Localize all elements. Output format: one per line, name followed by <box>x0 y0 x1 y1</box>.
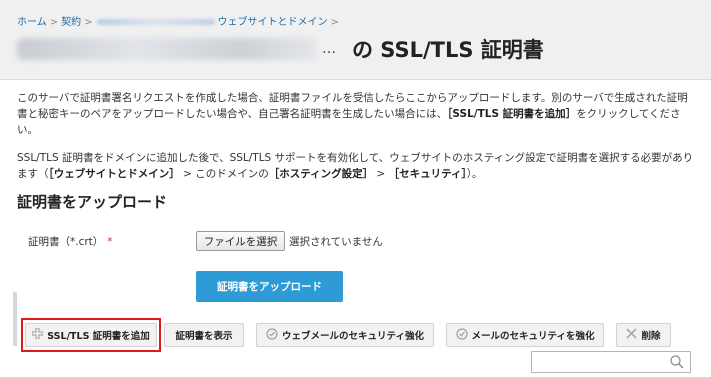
title-ellipsis: … <box>322 41 337 57</box>
delete-button[interactable]: 削除 <box>616 323 671 347</box>
hosting-settings-reference: ［ホスティング設定］ <box>268 168 374 180</box>
security-reference: ［セキュリティ］ <box>388 168 467 180</box>
upload-section-title: 証明書をアップロード <box>17 193 168 211</box>
shield-icon <box>455 327 468 343</box>
x-icon <box>626 328 638 342</box>
breadcrumb-separator: > <box>84 17 93 28</box>
add-ssl-certificate-button[interactable]: SSL/TLS 証明書を追加 <box>25 323 157 347</box>
file-status-text: 選択されていません <box>289 236 383 248</box>
search-icon[interactable] <box>669 354 685 370</box>
secure-webmail-button[interactable]: ウェブメールのセキュリティ強化 <box>256 323 434 347</box>
breadcrumb: ホーム > 契約 > ウェブサイトとドメイン > <box>17 13 342 28</box>
page-title: の SSL/TLS 証明書 <box>352 38 544 62</box>
hosting-text-2: > このドメインの <box>179 168 269 180</box>
required-mark: * <box>107 236 113 248</box>
breadcrumb-separator: > <box>49 17 59 28</box>
show-certificate-button[interactable]: 証明書を表示 <box>164 323 244 347</box>
intro-paragraph-hosting: SSL/TLS 証明書をドメインに追加した後で、SSL/TLS サポートを有効化… <box>17 150 695 182</box>
breadcrumb-home[interactable]: ホーム <box>17 17 47 28</box>
show-certificate-label: 証明書を表示 <box>175 331 233 342</box>
secure-webmail-label: ウェブメールのセキュリティ強化 <box>282 331 424 342</box>
search-box[interactable] <box>531 351 691 373</box>
breadcrumb-websites[interactable]: ウェブサイトとドメイン <box>217 17 327 28</box>
hosting-text-3: > <box>373 168 389 180</box>
breadcrumb-separator: > <box>330 17 339 28</box>
intro-paragraph-upload: このサーバで証明書署名リクエストを作成した場合、証明書ファイルを受信したらここか… <box>17 90 695 138</box>
choose-file-button[interactable]: ファイルを選択 <box>196 231 285 251</box>
upload-certificate-button[interactable]: 証明書をアップロード <box>196 271 343 302</box>
delete-label: 削除 <box>641 331 661 342</box>
search-input[interactable] <box>532 352 668 372</box>
hosting-text-end: ）。 <box>466 168 483 180</box>
page: ホーム > 契約 > ウェブサイトとドメイン > … の SSL/TLS 証明書 このサー… <box>0 0 711 377</box>
certificate-field-label: 証明書（*.crt） * <box>28 234 113 249</box>
breadcrumb-contracts[interactable]: 契約 <box>61 17 81 28</box>
certificate-label-text: 証明書（*.crt） <box>28 236 104 248</box>
redacted-domain-name <box>17 38 317 60</box>
breadcrumb-redacted[interactable] <box>97 19 216 25</box>
add-certificate-reference: ［SSL/TLS 証明書を追加］ <box>447 108 577 120</box>
plus-icon <box>31 327 44 342</box>
secure-mail-label: メールのセキュリティを強化 <box>471 331 595 342</box>
add-ssl-certificate-label: SSL/TLS 証明書を追加 <box>47 331 150 342</box>
secure-mail-button[interactable]: メールのセキュリティを強化 <box>446 323 604 347</box>
scroll-indicator <box>13 292 17 346</box>
page-header: ホーム > 契約 > ウェブサイトとドメイン > … の SSL/TLS 証明書 <box>0 0 711 80</box>
shield-icon <box>266 327 278 343</box>
websites-reference: ［ウェブサイトとドメイン］ <box>48 168 180 180</box>
